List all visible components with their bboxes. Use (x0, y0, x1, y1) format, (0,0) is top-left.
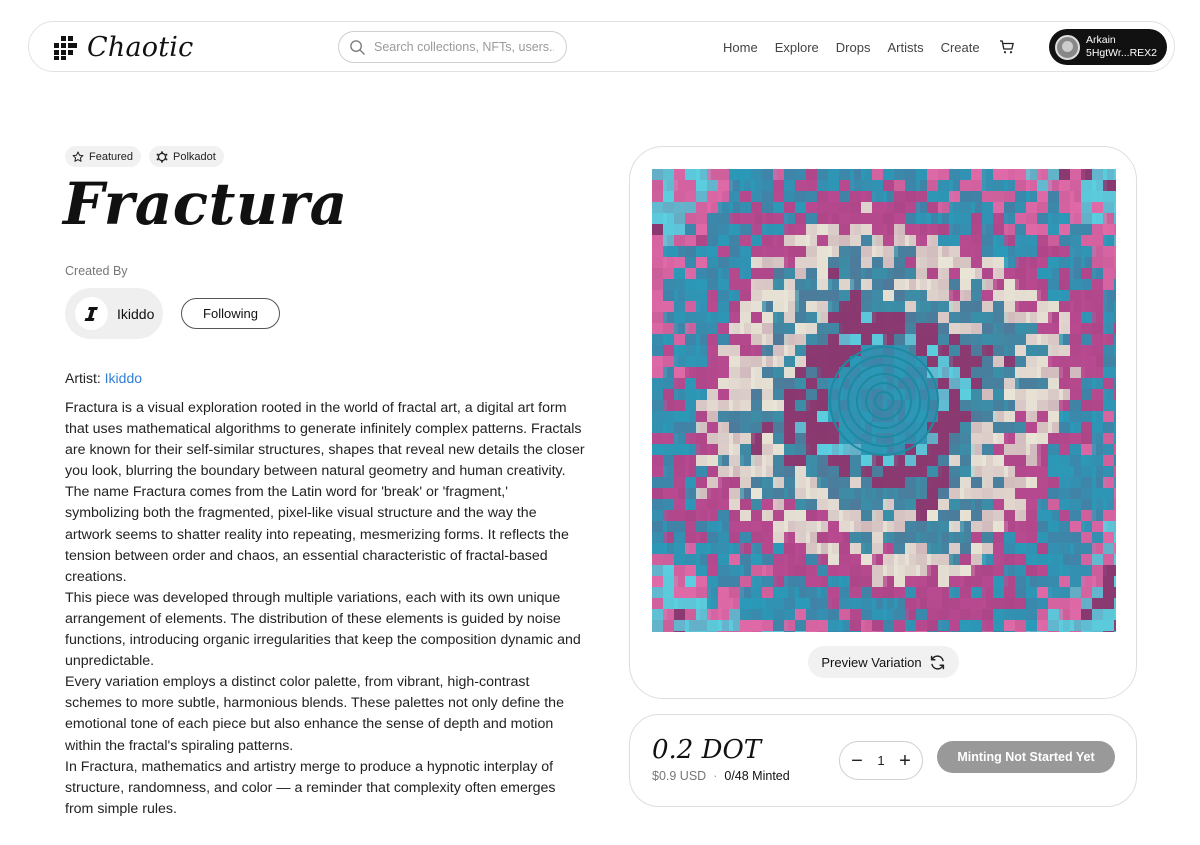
refresh-icon (930, 654, 944, 670)
decrement-button[interactable]: − (848, 751, 866, 771)
nav-home[interactable]: Home (723, 40, 758, 55)
logo[interactable]: Chaotic (51, 32, 193, 63)
top-nav-bar: Chaotic Home Explore Drops Artists Creat… (28, 21, 1175, 72)
featured-badge: Featured (65, 146, 142, 167)
star-icon (72, 151, 84, 162)
description-paragraph: This piece was developed through multipl… (65, 589, 581, 670)
quantity-stepper: − 1 + (839, 741, 923, 780)
preview-variation-label: Preview Variation (821, 654, 922, 670)
account-name: Arkain (1086, 34, 1116, 46)
usd-price: $0.9 USD (652, 769, 707, 783)
collection-description: Fractura is a visual exploration rooted … (65, 398, 585, 820)
artist-label: Artist: (65, 370, 101, 386)
artist-link[interactable]: Ikiddo (105, 370, 142, 386)
description-paragraph: Every variation employs a distinct color… (65, 674, 564, 754)
search-input[interactable] (374, 40, 554, 54)
search-icon (350, 39, 365, 55)
nav-drops[interactable]: Drops (836, 40, 871, 55)
description-paragraph: The name Fractura comes from the Latin w… (65, 484, 569, 585)
chain-badge-label: Polkadot (173, 150, 216, 163)
artwork-image (652, 169, 1116, 632)
collection-title: Fractura (63, 170, 348, 238)
featured-badge-label: Featured (89, 150, 134, 163)
account-avatar (1055, 34, 1080, 60)
polkadot-icon (156, 150, 168, 163)
logo-mark-icon (54, 35, 77, 60)
fractal-artwork (652, 169, 1116, 632)
separator-dot: · (713, 769, 718, 783)
preview-variation-button[interactable]: Preview Variation (808, 646, 959, 678)
created-by-label: Created By (65, 264, 128, 278)
cart-icon[interactable] (999, 39, 1015, 55)
nav-explore[interactable]: Explore (775, 40, 819, 55)
account-button[interactable]: Arkain 5HgtWr...REX2 (1049, 29, 1167, 65)
description-paragraph: Fractura is a visual exploration rooted … (65, 400, 585, 480)
price-details: $0.9 USD · 0/48 Minted (652, 769, 790, 783)
mint-price: 0.2 DOT (652, 735, 762, 765)
following-button[interactable]: Following (181, 298, 280, 329)
creator-profile-chip[interactable]: Ikiddo (65, 288, 163, 339)
logo-text: Chaotic (87, 32, 194, 63)
mint-card: 0.2 DOT $0.9 USD · 0/48 Minted − 1 + Min… (629, 714, 1137, 807)
description-paragraph: In Fractura, mathematics and artistry me… (65, 758, 556, 817)
minted-count: 0/48 Minted (724, 769, 790, 783)
increment-button[interactable]: + (896, 751, 914, 771)
nav-artists[interactable]: Artists (887, 40, 923, 55)
creator-logo-icon (84, 306, 98, 321)
search-bar[interactable] (338, 31, 567, 63)
main-nav: Home Explore Drops Artists Create (723, 39, 1015, 55)
account-address: 5HgtWr...REX2 (1086, 47, 1157, 59)
quantity-value[interactable]: 1 (877, 753, 884, 768)
badge-row: Featured Polkadot (65, 146, 232, 167)
mint-button[interactable]: Minting Not Started Yet (937, 741, 1115, 773)
artwork-card: Preview Variation (629, 146, 1137, 699)
nav-create[interactable]: Create (941, 40, 980, 55)
creator-avatar (75, 297, 108, 330)
artist-line: Artist: Ikiddo (65, 370, 142, 386)
creator-name: Ikiddo (117, 305, 155, 322)
chain-badge: Polkadot (149, 146, 224, 167)
